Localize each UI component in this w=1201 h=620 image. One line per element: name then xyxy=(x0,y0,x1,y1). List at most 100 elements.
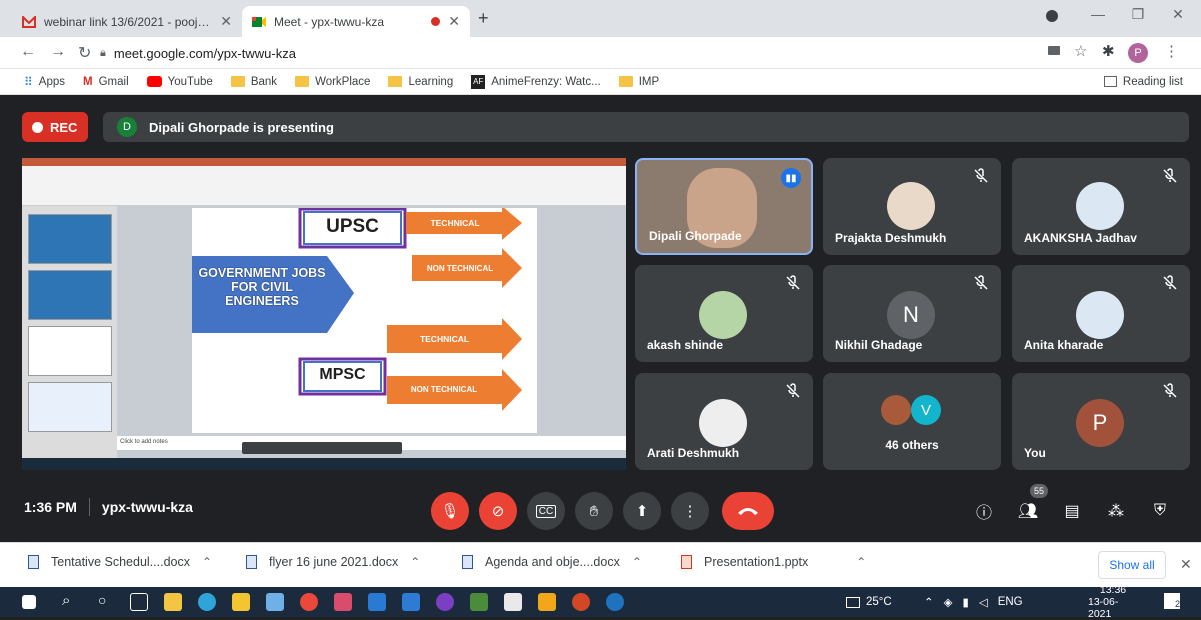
activities-icon[interactable]: ⁂ xyxy=(1104,499,1128,523)
weather-widget[interactable]: 25°C xyxy=(846,587,892,617)
tab-meet[interactable]: Meet - ypx-twwu-kza ✕ xyxy=(242,6,470,37)
leave-call-button[interactable] xyxy=(722,492,774,530)
app-icon[interactable] xyxy=(334,593,352,611)
search-icon[interactable]: ⌕ xyxy=(62,592,70,609)
chevron-up-icon[interactable]: ⌃ xyxy=(410,555,420,569)
chevron-up-icon[interactable]: ⌃ xyxy=(632,555,642,569)
vscode-icon[interactable] xyxy=(368,593,386,611)
profile-menu-icon[interactable] xyxy=(1046,10,1058,22)
non-technical-label: NON TECHNICAL xyxy=(426,264,494,273)
cortana-icon[interactable]: ○ xyxy=(98,592,106,608)
star-icon[interactable]: ☆ xyxy=(1074,42,1087,60)
app-icon[interactable] xyxy=(606,593,624,611)
others-tile[interactable]: V 46 others xyxy=(823,373,1001,470)
profile-avatar[interactable]: P xyxy=(1128,43,1148,63)
chevron-up-icon[interactable]: ⌃ xyxy=(924,595,934,609)
recording-badge[interactable]: REC xyxy=(22,112,88,142)
app-icon[interactable] xyxy=(436,593,454,611)
participant-tile[interactable]: Anita kharade xyxy=(1012,265,1190,362)
network-icon[interactable]: ◈ xyxy=(944,595,953,609)
close-downloads-icon[interactable]: ✕ xyxy=(1180,556,1192,573)
app-icon[interactable] xyxy=(402,593,420,611)
download-filename: flyer 16 june 2021.docx xyxy=(269,555,399,569)
bookmark-imp[interactable]: IMP xyxy=(618,76,659,88)
chevron-up-icon[interactable]: ⌃ xyxy=(202,555,212,569)
participant-tile[interactable]: P You xyxy=(1012,373,1190,470)
people-icon[interactable]: 👥︎ xyxy=(1016,499,1040,523)
bookmark-workplace[interactable]: WorkPlace xyxy=(295,76,370,88)
bookmark-bank[interactable]: Bank xyxy=(230,76,277,88)
gmail-icon: M xyxy=(83,75,93,88)
download-item[interactable]: Tentative Schedul....docx ⌃ xyxy=(28,555,212,569)
download-item[interactable]: flyer 16 june 2021.docx ⌃ xyxy=(246,555,420,569)
url-field[interactable]: 🔒︎ meet.google.com/ypx-twwu-kza xyxy=(100,41,1030,65)
participant-tile[interactable]: N Nikhil Ghadage xyxy=(823,265,1001,362)
app-icon[interactable] xyxy=(470,593,488,611)
task-view-icon[interactable] xyxy=(130,593,148,611)
host-controls-icon[interactable]: ⛨ xyxy=(1148,499,1172,523)
menu-icon[interactable]: ⋮ xyxy=(1164,42,1179,60)
tab-gmail[interactable]: webinar link 13/6/2021 - pooja.ja ✕ xyxy=(12,6,242,37)
back-icon[interactable]: ← xyxy=(20,43,36,61)
windows-start-icon[interactable] xyxy=(22,595,36,609)
extensions-icon[interactable]: ✱ xyxy=(1102,42,1115,60)
chrome-icon[interactable] xyxy=(300,593,318,611)
mic-off-icon xyxy=(974,275,988,290)
slide-thumbnail xyxy=(28,382,112,432)
presenting-text: Dipali Ghorpade is presenting xyxy=(149,119,334,135)
word-doc-icon xyxy=(28,555,39,569)
participant-tile[interactable]: ▮▮ Dipali Ghorpade xyxy=(635,158,813,255)
app-icon[interactable] xyxy=(538,593,556,611)
participant-tile[interactable]: Prajakta Deshmukh xyxy=(823,158,1001,255)
mic-toggle-button[interactable]: 🎙︎ xyxy=(431,492,469,530)
powerpoint-icon[interactable] xyxy=(572,593,590,611)
close-tab-icon[interactable]: ✕ xyxy=(220,13,232,30)
download-item[interactable]: Agenda and obje....docx ⌃ xyxy=(462,555,642,569)
participant-tile[interactable]: akash shinde xyxy=(635,265,813,362)
download-item[interactable]: Presentation1.pptx ⌃ xyxy=(681,555,866,569)
bookmark-animefrenzy[interactable]: AF AnimeFrenzy: Watc... xyxy=(471,74,601,89)
present-button[interactable]: ⬆ xyxy=(623,492,661,530)
show-all-downloads-button[interactable]: Show all xyxy=(1098,551,1166,579)
bookmark-gmail[interactable]: M Gmail xyxy=(83,76,129,88)
bookmark-youtube[interactable]: YouTube xyxy=(146,76,213,88)
chat-icon[interactable]: ▤ xyxy=(1060,499,1084,523)
bookmark-learning[interactable]: Learning xyxy=(388,76,453,88)
volume-icon[interactable]: ◁︎ xyxy=(979,595,988,609)
participant-tile[interactable]: Arati Deshmukh xyxy=(635,373,813,470)
chevron-up-icon[interactable]: ⌃ xyxy=(856,555,866,569)
tab-title: webinar link 13/6/2021 - pooja.ja xyxy=(44,14,213,29)
camera-icon[interactable] xyxy=(1048,46,1060,55)
reading-list-button[interactable]: Reading list xyxy=(1103,76,1183,88)
raise-hand-button[interactable]: ✋︎ xyxy=(575,492,613,530)
divider xyxy=(88,498,90,516)
language-indicator[interactable]: ENG xyxy=(998,596,1023,608)
new-tab-button[interactable]: + xyxy=(478,8,489,29)
reload-icon[interactable]: ↻ xyxy=(78,43,91,63)
url-text: meet.google.com/ypx-twwu-kza xyxy=(113,45,296,61)
notification-center-icon[interactable]: 2 xyxy=(1164,593,1180,609)
forward-icon[interactable]: → xyxy=(50,43,66,61)
participant-tile[interactable]: AKANKSHA Jadhav xyxy=(1012,158,1190,255)
more-options-button[interactable]: ⋮ xyxy=(671,492,709,530)
bookmark-label: Learning xyxy=(408,75,454,88)
close-tab-icon[interactable]: ✕ xyxy=(448,13,460,30)
temperature: 25°C xyxy=(866,596,892,608)
mic-off-icon xyxy=(1163,168,1177,183)
meeting-details-icon[interactable]: ⓘ xyxy=(972,499,996,523)
camera-toggle-button[interactable]: ⊘ xyxy=(479,492,517,530)
minimize-button[interactable]: — xyxy=(1078,6,1118,22)
app-icon[interactable] xyxy=(504,593,522,611)
app-icon[interactable] xyxy=(232,593,250,611)
powerpoint-ribbon xyxy=(22,158,626,206)
taskbar-clock[interactable]: 13:36 13-06-2021 xyxy=(1088,584,1138,620)
captions-button[interactable]: CC xyxy=(527,492,565,530)
restore-button[interactable]: ❐ xyxy=(1118,6,1158,23)
close-window-button[interactable]: ✕ xyxy=(1158,6,1198,23)
bookmark-apps[interactable]: ⠿ Apps xyxy=(24,75,65,89)
dropbox-icon[interactable] xyxy=(266,593,284,611)
shared-screen[interactable]: UPSC TECHNICAL NON TECHNICAL GOVERNMENT … xyxy=(22,158,626,470)
file-explorer-icon[interactable] xyxy=(164,593,182,611)
edge-icon[interactable] xyxy=(198,593,216,611)
battery-icon[interactable]: ▮ xyxy=(963,595,969,609)
